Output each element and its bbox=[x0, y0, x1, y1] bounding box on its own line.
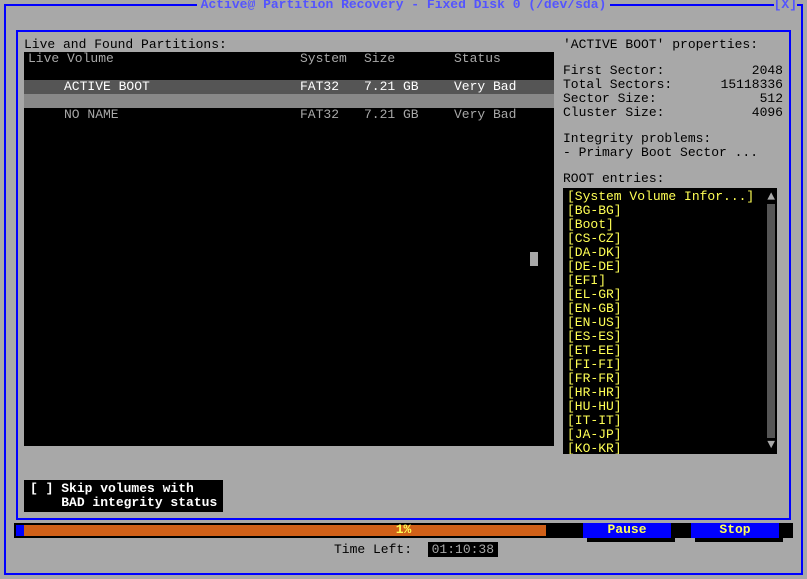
table-row bbox=[24, 94, 554, 108]
root-entry[interactable]: [System Volume Infor...] bbox=[567, 190, 773, 204]
scrollbar[interactable] bbox=[767, 204, 775, 438]
table-row[interactable]: ACTIVE BOOT FAT32 7.21 GB Very Bad bbox=[24, 80, 554, 94]
cell-volume: NO NAME bbox=[24, 108, 300, 122]
skip-bad-checkbox[interactable]: [ ] Skip volumes with BAD integrity stat… bbox=[24, 480, 223, 512]
progress-percent: 1% bbox=[14, 523, 793, 537]
prop-cluster-size: Cluster Size: 4096 bbox=[563, 106, 783, 120]
partitions-list[interactable]: ACTIVE BOOT FAT32 7.21 GB Very Bad NO NA… bbox=[24, 66, 554, 446]
skip-line1: Skip volumes with bbox=[61, 481, 194, 496]
root-entry[interactable]: [DA-DK] bbox=[567, 246, 773, 260]
root-entries-list[interactable]: ▲ ▼ [System Volume Infor...] [BG-BG] [Bo… bbox=[563, 188, 777, 454]
cell-status: Very Bad bbox=[454, 80, 544, 94]
prop-label: Total Sectors: bbox=[563, 78, 672, 92]
prop-total-sectors: Total Sectors: 15118336 bbox=[563, 78, 783, 92]
partitions-table: Live Volume System Size Status ACTIVE BO… bbox=[24, 52, 554, 446]
pause-button[interactable]: Pause bbox=[583, 523, 671, 538]
table-header: Live Volume System Size Status bbox=[24, 52, 554, 66]
root-entry[interactable]: [EN-GB] bbox=[567, 302, 773, 316]
root-entry[interactable]: [HU-HU] bbox=[567, 400, 773, 414]
integrity-label: Integrity problems: bbox=[563, 132, 783, 146]
scroll-down-icon[interactable]: ▼ bbox=[767, 438, 775, 452]
prop-value: 15118336 bbox=[721, 78, 783, 92]
window-title: Active@ Partition Recovery - Fixed Disk … bbox=[197, 0, 611, 12]
col-status: Status bbox=[454, 52, 544, 66]
prop-first-sector: First Sector: 2048 bbox=[563, 64, 783, 78]
root-entry[interactable]: [HR-HR] bbox=[567, 386, 773, 400]
text-cursor bbox=[530, 252, 538, 266]
prop-sector-size: Sector Size: 512 bbox=[563, 92, 783, 106]
cell-size: 7.21 GB bbox=[364, 80, 454, 94]
col-system: System bbox=[300, 52, 364, 66]
prop-value: 512 bbox=[760, 92, 783, 106]
partitions-heading: Live and Found Partitions: bbox=[24, 38, 554, 52]
integrity-detail: - Primary Boot Sector ... bbox=[563, 146, 783, 160]
root-entry[interactable]: [KO-KR] bbox=[567, 442, 773, 454]
checkbox-indicator[interactable]: [ ] bbox=[30, 481, 53, 496]
time-left-label: Time Left: bbox=[334, 542, 412, 557]
cell-system: FAT32 bbox=[300, 108, 364, 122]
cell-status: Very Bad bbox=[454, 108, 544, 122]
root-entries-label: ROOT entries: bbox=[563, 172, 783, 186]
root-entry[interactable]: [BG-BG] bbox=[567, 204, 773, 218]
root-entry[interactable]: [DE-DE] bbox=[567, 260, 773, 274]
root-entry[interactable]: [FI-FI] bbox=[567, 358, 773, 372]
stop-button[interactable]: Stop bbox=[691, 523, 779, 538]
root-entry[interactable]: [IT-IT] bbox=[567, 414, 773, 428]
root-entry[interactable]: [Boot] bbox=[567, 218, 773, 232]
col-size: Size bbox=[364, 52, 454, 66]
scroll-up-icon[interactable]: ▲ bbox=[767, 190, 775, 204]
table-row[interactable]: NO NAME FAT32 7.21 GB Very Bad bbox=[24, 108, 554, 122]
root-entry[interactable]: [EFI] bbox=[567, 274, 773, 288]
cell-system: FAT32 bbox=[300, 80, 364, 94]
root-entry[interactable]: [EN-US] bbox=[567, 316, 773, 330]
prop-value: 4096 bbox=[752, 106, 783, 120]
root-entry[interactable]: [ES-ES] bbox=[567, 330, 773, 344]
root-entry[interactable]: [EL-GR] bbox=[567, 288, 773, 302]
cell-size: 7.21 GB bbox=[364, 108, 454, 122]
root-entry[interactable]: [CS-CZ] bbox=[567, 232, 773, 246]
skip-line2: BAD integrity status bbox=[61, 495, 217, 510]
root-entry[interactable]: [JA-JP] bbox=[567, 428, 773, 442]
table-row bbox=[24, 66, 554, 80]
cell-volume: ACTIVE BOOT bbox=[24, 80, 300, 94]
prop-label: Cluster Size: bbox=[563, 106, 664, 120]
col-volume: Live Volume bbox=[24, 52, 300, 66]
root-entry[interactable]: [FR-FR] bbox=[567, 372, 773, 386]
time-left-value: 01:10:38 bbox=[428, 542, 498, 557]
root-entry[interactable]: [ET-EE] bbox=[567, 344, 773, 358]
close-button[interactable]: [X] bbox=[774, 0, 797, 12]
progress-bar: 1% Pause Stop bbox=[14, 523, 793, 538]
prop-label: First Sector: bbox=[563, 64, 664, 78]
prop-value: 2048 bbox=[752, 64, 783, 78]
properties-title: 'ACTIVE BOOT' properties: bbox=[563, 38, 783, 52]
prop-label: Sector Size: bbox=[563, 92, 657, 106]
